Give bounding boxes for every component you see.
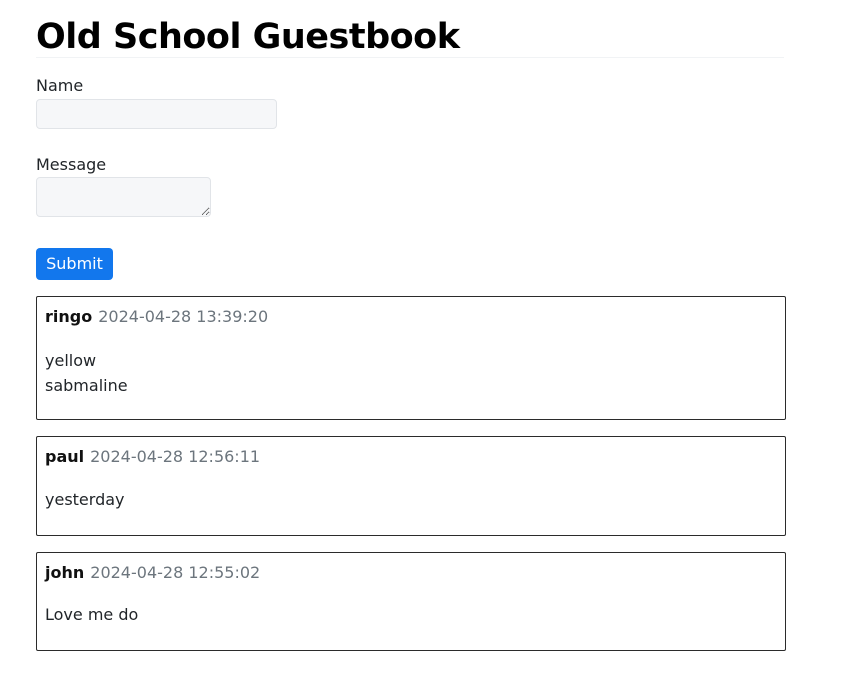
entry-author: john [45,563,85,582]
page-title: Old School Guestbook [36,17,460,57]
entry-message: yesterday [45,490,125,509]
entry-author: ringo [45,307,93,326]
guestbook-entry: paul 2024-04-28 12:56:11 yesterday [36,436,786,536]
entry-timestamp: 2024-04-28 13:39:20 [98,307,269,326]
entry-header: john 2024-04-28 12:55:02 [45,563,260,583]
name-label: Name [36,76,84,95]
entry-message: yellow sabmaline [45,351,128,395]
entry-header: ringo 2024-04-28 13:39:20 [45,307,268,327]
message-label: Message [36,155,107,174]
title-divider [36,57,784,58]
submit-button[interactable]: Submit [36,248,113,280]
guestbook-entry: john 2024-04-28 12:55:02 Love me do [36,552,786,651]
entry-timestamp: 2024-04-28 12:56:11 [90,447,261,466]
entry-header: paul 2024-04-28 12:56:11 [45,447,260,467]
message-textarea[interactable] [36,177,211,217]
entry-author: paul [45,447,85,466]
entry-message: Love me do [45,605,139,624]
guestbook-entry: ringo 2024-04-28 13:39:20 yellow sabmalin… [36,296,786,420]
entry-timestamp: 2024-04-28 12:55:02 [90,563,261,582]
name-input[interactable] [36,99,277,129]
